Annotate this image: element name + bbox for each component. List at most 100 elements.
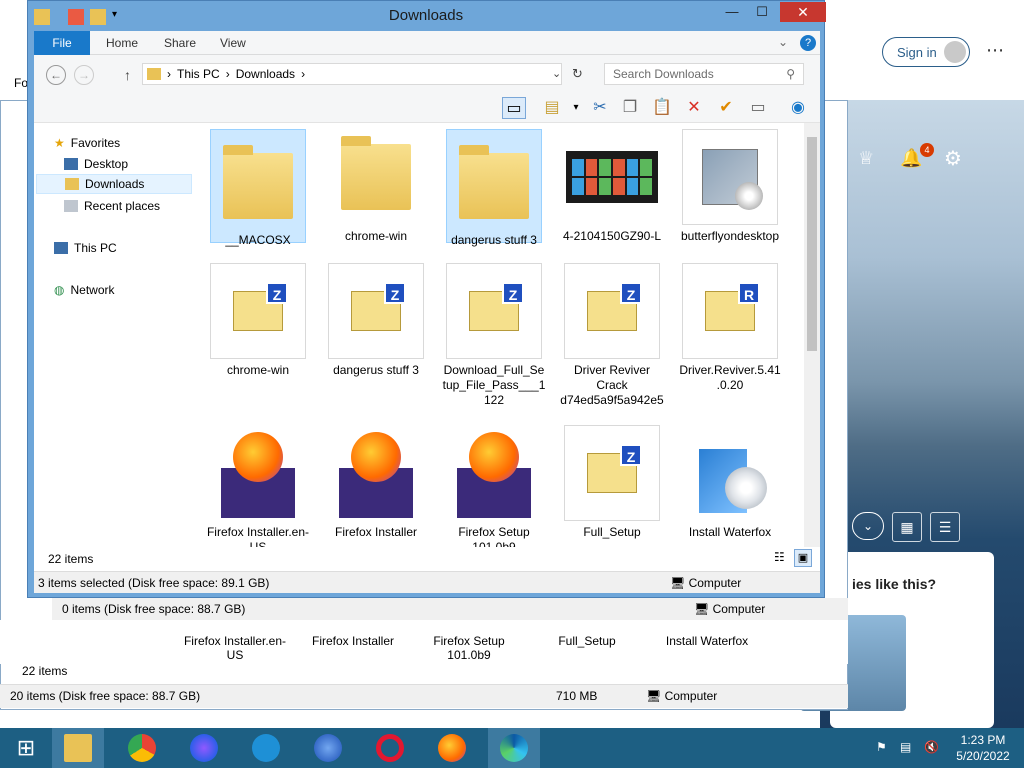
taskbar-chrome[interactable]: [116, 728, 168, 768]
folder-icon: [223, 145, 293, 219]
nav-recent-places[interactable]: Recent places: [64, 196, 160, 216]
scrollbar-thumb[interactable]: [807, 137, 817, 351]
help-icon[interactable]: ?: [800, 35, 816, 51]
taskbar-opera[interactable]: [364, 728, 416, 768]
nav-network-label: Network: [70, 283, 115, 297]
trophy-icon[interactable]: ♕: [858, 148, 874, 169]
file-item[interactable]: Firefox Setup 101.0b9: [442, 425, 546, 555]
refresh-icon[interactable]: ↻: [572, 66, 583, 82]
behind-computer-label: 🖥 Computer: [694, 602, 765, 616]
zip-thumb: Z: [446, 263, 542, 359]
file-item[interactable]: Z dangerus stuff 3: [324, 263, 428, 378]
behind-label-4: Full_Setup: [558, 634, 616, 648]
setup-thumb: [682, 129, 778, 225]
firefox-thumb: [446, 425, 542, 521]
bell-icon[interactable]: 🔔: [900, 148, 922, 169]
file-item[interactable]: Z Full_Setup: [560, 425, 664, 540]
rar-thumb: R: [682, 263, 778, 359]
tab-share[interactable]: Share: [154, 31, 206, 55]
behind-label-2: Firefox Installer: [311, 634, 395, 648]
search-input[interactable]: Search Downloads ⚲: [604, 63, 804, 85]
zip-icon: Z: [587, 444, 642, 493]
preview-pane-icon[interactable]: ▭: [502, 97, 526, 119]
volume-muted-icon[interactable]: 🔇: [924, 740, 939, 754]
back-icon[interactable]: ←: [46, 65, 66, 85]
paste-icon[interactable]: 📋: [650, 97, 674, 119]
file-item[interactable]: 4-2104150GZ90-L: [560, 129, 664, 244]
chevron-down-icon[interactable]: ⌄: [852, 512, 884, 540]
behind-computer-text: Computer: [712, 602, 766, 616]
file-item[interactable]: dangerus stuff 3: [442, 129, 546, 247]
checkmark-icon[interactable]: ✔: [714, 97, 738, 119]
large-icons-view-icon[interactable]: ▣: [794, 549, 812, 567]
nav-favorites[interactable]: ★ Favorites: [54, 133, 120, 153]
ribbon-expand-icon[interactable]: ⌄: [778, 35, 788, 49]
behind-items-count: 22 items: [22, 664, 68, 678]
more-options-icon[interactable]: ⋯: [986, 40, 1004, 61]
up-icon[interactable]: ↑: [124, 67, 131, 83]
taskbar-waterfox[interactable]: [240, 728, 292, 768]
file-item[interactable]: butterflyondesktop: [678, 129, 782, 244]
grid-view-icon[interactable]: ▦: [892, 512, 922, 542]
file-item[interactable]: Z chrome-win: [206, 263, 310, 378]
network-status-icon[interactable]: ▤: [900, 740, 911, 754]
minimize-button[interactable]: —: [718, 2, 746, 22]
folder-thumb: [446, 129, 542, 243]
list-view-icon[interactable]: ☰: [930, 512, 960, 542]
file-item[interactable]: __MACOSX: [206, 129, 310, 247]
taskbar-firefox-nightly[interactable]: [302, 728, 354, 768]
breadcrumb-downloads[interactable]: Downloads: [236, 67, 295, 81]
file-label: Download_Full_Setup_File_Pass___1122: [442, 363, 546, 407]
tab-home[interactable]: Home: [96, 31, 148, 55]
clock[interactable]: 1:23 PM 5/20/2022: [950, 732, 1016, 764]
chevron-right-icon: ›: [301, 67, 306, 81]
file-item[interactable]: Z Driver Reviver Crack d74ed5a9f5a942e5: [560, 263, 664, 408]
tab-file[interactable]: File: [34, 31, 90, 55]
nav-desktop[interactable]: Desktop: [64, 154, 128, 174]
nav-this-pc[interactable]: This PC: [54, 238, 117, 258]
close-button[interactable]: ✕: [780, 2, 826, 22]
maximize-button[interactable]: ☐: [748, 2, 776, 22]
search-icon: ⚲: [786, 67, 795, 81]
rename-icon[interactable]: ▭: [746, 97, 770, 119]
forward-icon[interactable]: →: [74, 65, 94, 85]
action-center-flag-icon[interactable]: ⚑: [876, 740, 887, 754]
file-item[interactable]: chrome-win: [324, 129, 428, 244]
tab-view[interactable]: View: [210, 31, 256, 55]
nav-desktop-label: Desktop: [84, 157, 129, 171]
file-item[interactable]: R Driver.Reviver.5.41.0.20: [678, 263, 782, 393]
toolbar-dropdown-icon[interactable]: ▾: [564, 97, 588, 119]
file-item[interactable]: Install Waterfox: [678, 425, 782, 540]
firefox-thumb: [210, 425, 306, 521]
edge-icon: [500, 734, 528, 762]
nav-network[interactable]: ◍ Network: [54, 280, 115, 300]
delete-icon[interactable]: ✕: [682, 97, 706, 119]
file-label: dangerus stuff 3: [451, 233, 537, 247]
sign-in-label: Sign in: [897, 44, 937, 60]
taskbar-firefox[interactable]: [426, 728, 478, 768]
file-label: __MACOSX: [225, 233, 291, 247]
globe-icon[interactable]: ◉: [786, 97, 810, 119]
sign-in-button[interactable]: Sign in: [882, 37, 970, 67]
chevron-right-icon: ›: [167, 67, 171, 81]
taskbar-file-explorer[interactable]: [52, 728, 104, 768]
explorer-window: ▾ Downloads — ☐ ✕ File Home Share View ⌄…: [27, 0, 826, 598]
title-bar[interactable]: ▾ Downloads — ☐ ✕: [28, 1, 826, 31]
taskbar-edge[interactable]: [488, 728, 540, 768]
details-view-icon[interactable]: ☷: [774, 550, 785, 564]
zip-icon: Z: [469, 282, 524, 331]
file-item[interactable]: Firefox Installer: [324, 425, 428, 540]
cut-icon[interactable]: ✂: [588, 97, 612, 119]
address-input[interactable]: › This PC › Downloads ›: [142, 63, 562, 85]
copy-icon[interactable]: ❐: [618, 97, 642, 119]
file-item[interactable]: Firefox Installer.en-US: [206, 425, 310, 555]
nav-downloads[interactable]: Downloads: [36, 174, 192, 194]
start-button[interactable]: ⊞: [0, 728, 52, 768]
properties-icon[interactable]: ▤: [540, 97, 564, 119]
downloads-folder-icon: [147, 68, 161, 80]
taskbar-firefox-dev[interactable]: [178, 728, 230, 768]
settings-gear-icon[interactable]: ⚙: [944, 146, 962, 171]
address-dropdown-icon[interactable]: ⌄: [552, 67, 561, 80]
breadcrumb-this-pc[interactable]: This PC: [177, 67, 220, 81]
file-item[interactable]: Z Download_Full_Setup_File_Pass___1122: [442, 263, 546, 408]
